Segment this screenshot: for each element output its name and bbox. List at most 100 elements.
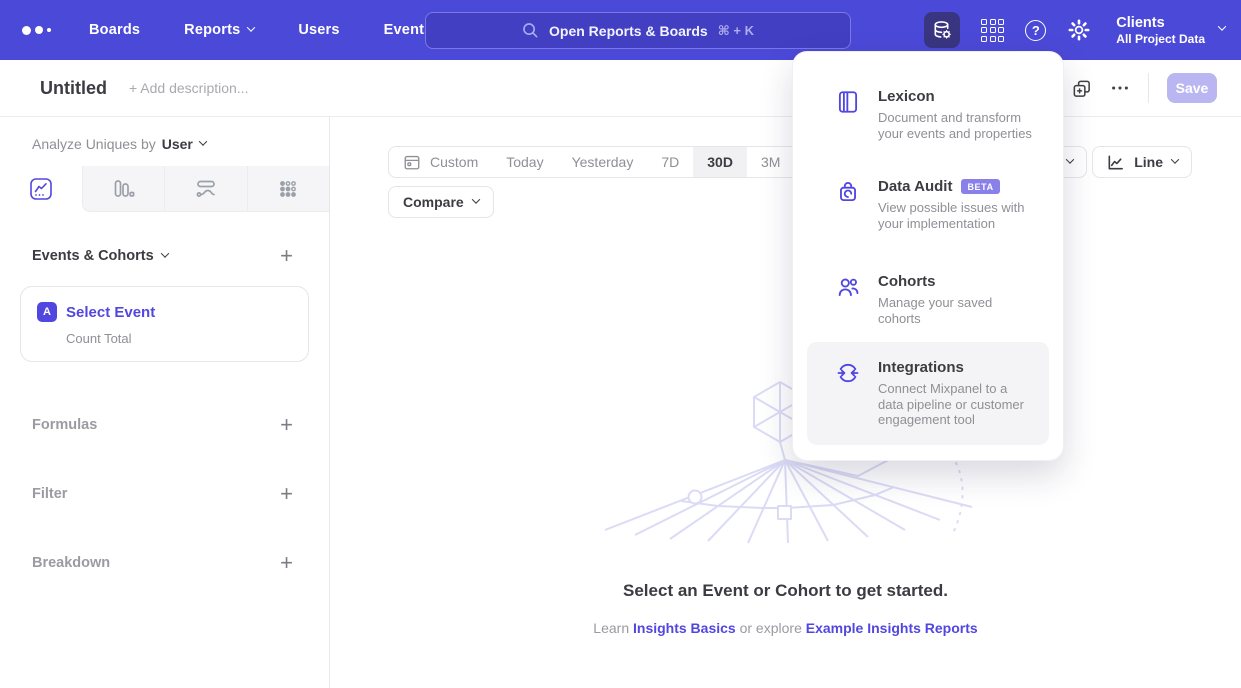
divider [1148,73,1149,103]
analyze-entity-dropdown[interactable]: User [162,136,206,152]
line-chart-icon [1106,153,1125,172]
data-audit-title: Data Audit [878,178,952,195]
chevron-down-icon [1218,22,1226,30]
project-name: Clients [1116,14,1205,32]
tab-flows[interactable] [164,166,247,212]
cohorts-description: Manage your saved cohorts [878,295,1035,326]
menu-item-integrations[interactable]: Integrations Connect Mixpanel to a data … [807,342,1049,445]
save-button[interactable]: Save [1167,73,1217,103]
integrations-sync-icon [835,360,861,386]
search-icon [522,22,539,39]
chart-style-dropdown[interactable]: Line [1092,146,1192,178]
help-icon: ? [1025,20,1046,41]
ellipsis-icon [1110,78,1130,98]
events-cohorts-header[interactable]: Events & Cohorts [32,248,168,264]
explore-middle-text: or explore [740,620,802,636]
flows-tab-icon [194,177,218,201]
empty-state-title: Select an Event or Cohort to get started… [330,581,1241,601]
calendar-icon [403,153,421,171]
analyze-row: Analyze Uniques by User [0,117,329,166]
event-letter-badge: A [37,302,57,322]
navbar-right-cluster: ? Clients All Project Data [924,0,1225,60]
lexicon-description: Document and transform your events and p… [878,110,1035,141]
menu-item-data-audit[interactable]: Data Audit BETA View possible issues wit… [807,178,1049,231]
add-formula-button[interactable]: + [280,415,293,435]
add-event-button[interactable]: + [280,246,293,266]
nav-item-reports[interactable]: Reports [184,22,254,38]
chevron-down-icon [199,137,207,145]
database-gear-icon [931,19,953,41]
compare-dropdown[interactable]: Compare [388,186,494,218]
beta-badge: BETA [961,179,999,194]
search-shortcut: ⌘ + K [718,23,754,39]
learn-prefix: Learn [593,620,629,636]
tab-insights-line[interactable] [0,166,82,212]
top-navbar: Boards Reports Users Events Open Reports… [0,0,1241,60]
menu-item-lexicon[interactable]: Lexicon Document and transform your even… [807,88,1049,141]
report-title[interactable]: Untitled [40,78,107,99]
chevron-down-icon [1066,155,1074,163]
date-range-7d[interactable]: 7D [647,147,693,177]
report-description-placeholder[interactable]: + Add description... [129,80,248,96]
apps-grid-button[interactable] [981,19,1004,42]
tab-bar-chart[interactable] [82,166,165,212]
add-filter-button[interactable]: + [280,484,293,504]
menu-item-cohorts[interactable]: Cohorts Manage your saved cohorts [807,273,1049,326]
filter-section: Filter + [0,484,329,504]
integrations-title: Integrations [878,359,964,376]
data-management-menu: Lexicon Document and transform your even… [793,52,1063,460]
data-audit-icon [835,179,861,205]
project-data-scope: All Project Data [1116,32,1205,47]
nav-item-boards[interactable]: Boards [89,22,140,38]
breakdown-label: Breakdown [32,555,110,571]
cohorts-users-icon [835,274,861,300]
gear-icon [1067,18,1091,42]
chevron-down-icon [247,23,255,31]
data-audit-description: View possible issues with your implement… [878,200,1035,231]
count-total-dropdown[interactable]: Count Total [66,331,292,346]
date-range-yesterday[interactable]: Yesterday [558,147,648,177]
date-range-custom[interactable]: Custom [389,147,492,177]
report-header-actions: Save [1071,73,1217,103]
date-range-today[interactable]: Today [492,147,557,177]
copy-plus-icon [1071,78,1092,99]
lexicon-title: Lexicon [878,88,935,105]
tab-retention[interactable] [247,166,330,212]
grid-icon [981,19,1004,42]
search-placeholder: Open Reports & Boards [549,23,708,39]
event-card[interactable]: A Select Event Count Total [20,286,309,362]
project-switcher[interactable]: Clients All Project Data [1116,14,1225,47]
help-button[interactable]: ? [1025,20,1046,41]
query-builder-sidebar: Analyze Uniques by User [0,117,330,688]
mixpanel-logo-icon[interactable] [22,26,51,35]
primary-nav: Boards Reports Users Events [89,22,432,38]
chart-type-tabs [0,166,329,212]
empty-state: Select an Event or Cohort to get started… [330,581,1241,636]
formulas-label: Formulas [32,417,97,433]
date-range-control: Custom Today Yesterday 7D 30D 3M 6M [388,146,843,178]
report-canvas: Custom Today Yesterday 7D 30D 3M 6M Comp… [330,117,1241,688]
global-search-input[interactable]: Open Reports & Boards ⌘ + K [425,12,851,49]
settings-button[interactable] [1067,18,1091,42]
chevron-down-icon [471,195,479,203]
date-range-3m[interactable]: 3M [747,147,794,177]
example-reports-link[interactable]: Example Insights Reports [806,620,978,636]
date-range-30d[interactable]: 30D [693,147,747,177]
filter-label: Filter [32,486,67,502]
add-breakdown-button[interactable]: + [280,553,293,573]
breakdown-section: Breakdown + [0,553,329,573]
integrations-description: Connect Mixpanel to a data pipeline or c… [878,381,1035,428]
duplicate-report-button[interactable] [1071,78,1092,99]
nav-item-users[interactable]: Users [298,22,339,38]
line-chart-tab-icon [29,177,53,201]
select-event-label[interactable]: Select Event [66,304,155,321]
chevron-down-icon [160,249,168,257]
bar-chart-tab-icon [111,177,135,201]
events-cohorts-section: Events & Cohorts + [0,246,329,266]
more-options-button[interactable] [1110,78,1130,98]
chevron-down-icon [1171,155,1179,163]
lexicon-book-icon [835,89,861,115]
insights-basics-link[interactable]: Insights Basics [633,620,736,636]
cohorts-title: Cohorts [878,273,936,290]
data-management-button[interactable] [924,12,960,48]
